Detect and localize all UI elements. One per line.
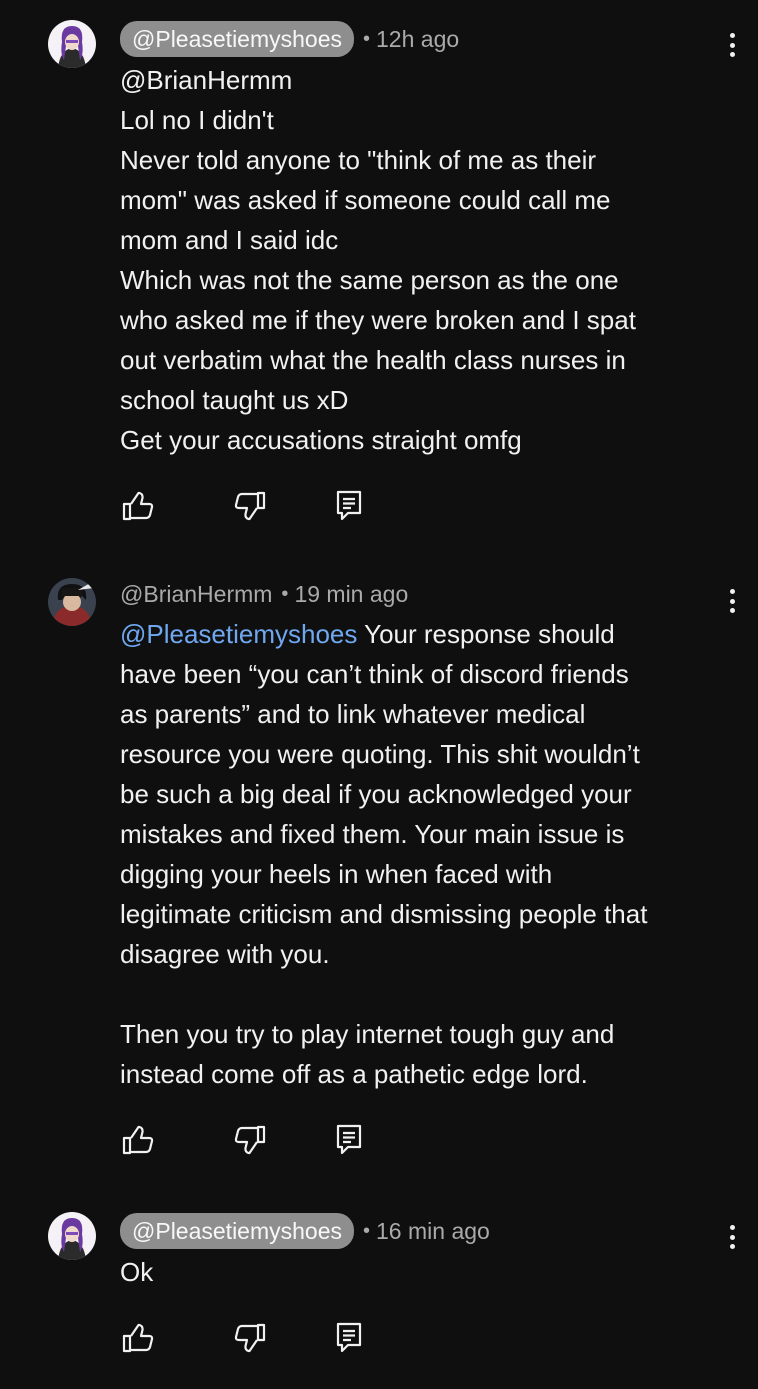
thumbs-up-icon (122, 491, 154, 521)
text-fragment: Your response should (357, 619, 615, 649)
reply-button[interactable] (334, 488, 370, 524)
comment-text: Ok (120, 1252, 730, 1292)
reply-button[interactable] (334, 1122, 370, 1158)
text-line: Never told anyone to "think of me as the… (120, 145, 597, 175)
comment-header: @Pleasetiemyshoes • 16 min ago (120, 1213, 490, 1249)
text-line: be such a big deal if you acknowledged y… (120, 779, 632, 809)
separator-dot: • (363, 28, 371, 50)
thumbs-down-icon (234, 1125, 266, 1155)
dislike-button[interactable] (232, 1122, 268, 1158)
like-button[interactable] (120, 1320, 156, 1356)
reply-comment-icon (336, 490, 362, 521)
text-line: Get your accusations straight omfg (120, 425, 522, 455)
thumbs-up-icon (122, 1125, 154, 1155)
text-line: Ok (120, 1257, 154, 1287)
comment-text: @Pleasetiemyshoes Your response should h… (120, 614, 730, 1094)
mention-link[interactable]: @Pleasetiemyshoes (120, 619, 357, 649)
reply-comment-icon (336, 1322, 362, 1353)
text-line: digging your heels in when faced with (120, 859, 553, 889)
thumbs-down-icon (234, 491, 266, 521)
text-line: mom and I said idc (120, 225, 339, 255)
text-line: mistakes and fixed them. Your main issue… (120, 819, 625, 849)
comment-actions (120, 1320, 380, 1356)
more-vertical-icon[interactable] (722, 586, 742, 616)
text-line: disagree with you. (120, 939, 330, 969)
text-line: Then you try to play internet tough guy … (120, 1019, 615, 1049)
text-line: legitimate criticism and dismissing peop… (120, 899, 648, 929)
text-line: mom" was asked if someone could call me (120, 185, 611, 215)
text-line: @Pleasetiemyshoes Your response should (120, 614, 730, 654)
text-line: instead come off as a pathetic edge lord… (120, 1059, 588, 1089)
text-line: who asked me if they were broken and I s… (120, 305, 636, 335)
timestamp: 19 min ago (294, 581, 409, 607)
text-line: out verbatim what the health class nurse… (120, 345, 626, 375)
dislike-button[interactable] (232, 488, 268, 524)
comment-actions (120, 1122, 380, 1158)
more-vertical-icon[interactable] (722, 30, 742, 60)
thumbs-down-icon (234, 1323, 266, 1353)
author-pill[interactable]: @Pleasetiemyshoes (120, 21, 354, 57)
separator-dot: • (281, 583, 289, 605)
author-name[interactable]: @BrianHermm (120, 577, 272, 611)
avatar[interactable] (48, 578, 96, 626)
comment-header: @BrianHermm • 19 min ago (120, 577, 408, 611)
reply-comment-icon (336, 1124, 362, 1155)
text-line: Which was not the same person as the one (120, 265, 619, 295)
comment-header: @Pleasetiemyshoes • 12h ago (120, 21, 459, 57)
text-line: as parents” and to link whatever medical (120, 699, 586, 729)
text-line: school taught us xD (120, 385, 349, 415)
comment-text: @BrianHermm Lol no I didn't Never told a… (120, 60, 730, 460)
like-button[interactable] (120, 488, 156, 524)
reply-button[interactable] (334, 1320, 370, 1356)
more-vertical-icon[interactable] (722, 1222, 742, 1252)
text-line (120, 974, 730, 1014)
avatar[interactable] (48, 20, 96, 68)
separator-dot: • (363, 1220, 371, 1242)
comment-actions (120, 488, 380, 524)
text-line: have been “you can’t think of discord fr… (120, 659, 629, 689)
author-pill[interactable]: @Pleasetiemyshoes (120, 1213, 354, 1249)
text-line: resource you were quoting. This shit wou… (120, 739, 640, 769)
dislike-button[interactable] (232, 1320, 268, 1356)
text-line: Lol no I didn't (120, 105, 274, 135)
timestamp: 16 min ago (376, 1218, 490, 1244)
thumbs-up-icon (122, 1323, 154, 1353)
avatar[interactable] (48, 1212, 96, 1260)
text-line: @BrianHermm (120, 65, 293, 95)
like-button[interactable] (120, 1122, 156, 1158)
timestamp: 12h ago (376, 26, 460, 52)
